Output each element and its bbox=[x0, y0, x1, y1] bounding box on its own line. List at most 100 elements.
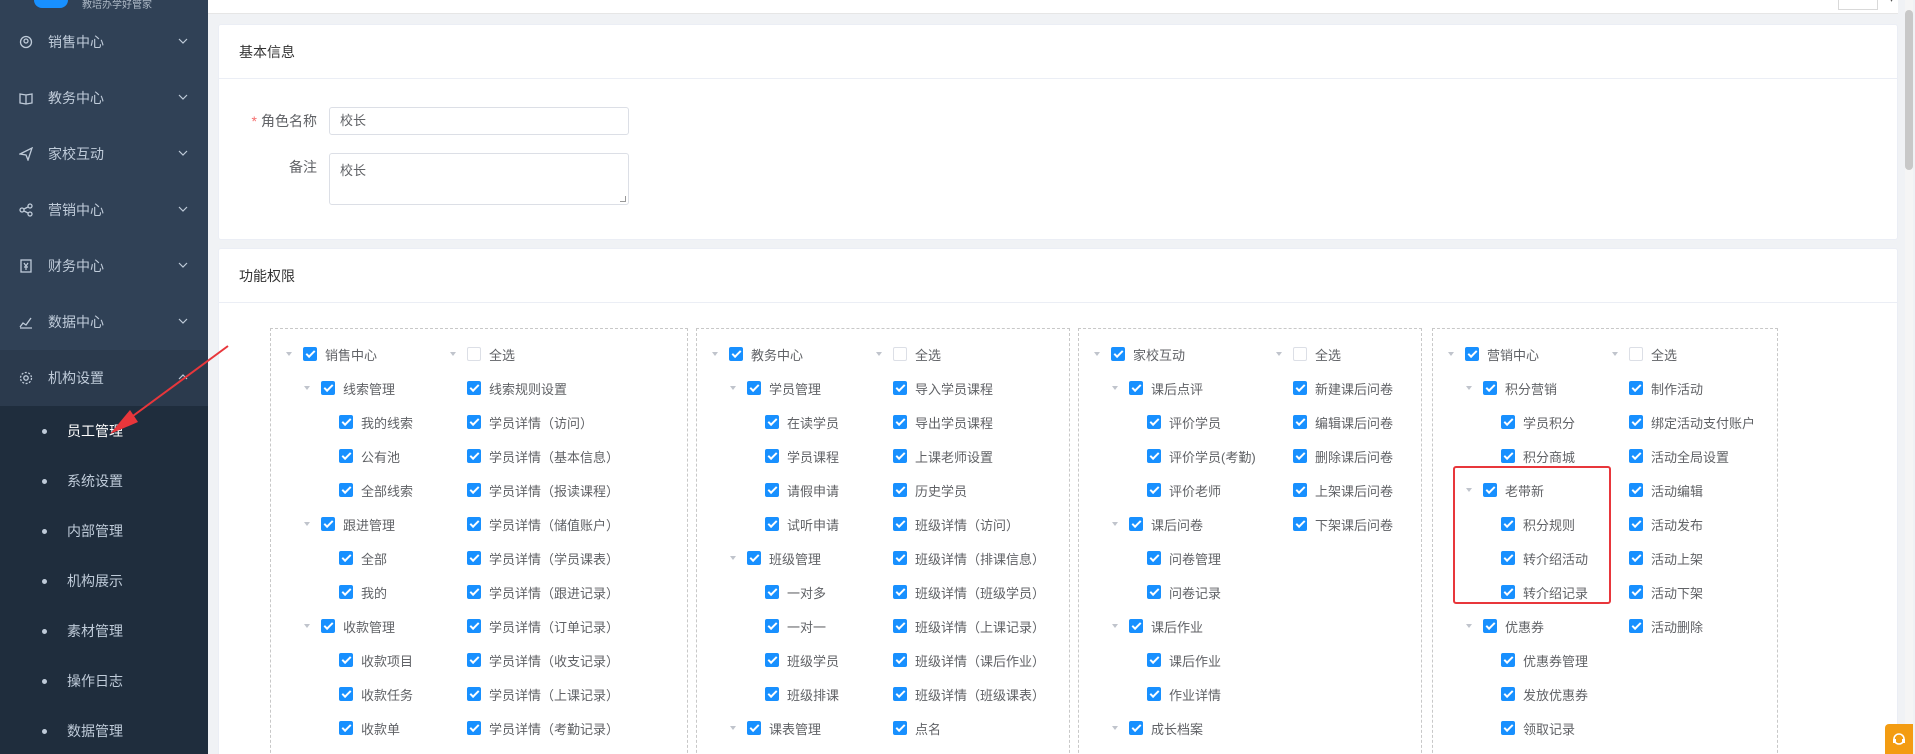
tree-node[interactable]: 学员课程 bbox=[711, 439, 839, 473]
permission-item[interactable]: 下架课后问卷 bbox=[1275, 507, 1393, 541]
tree-node[interactable]: 积分规则 bbox=[1447, 507, 1588, 541]
checkbox[interactable] bbox=[893, 585, 907, 599]
checkbox[interactable] bbox=[747, 551, 761, 565]
tree-node[interactable]: 课后点评 bbox=[1093, 371, 1256, 405]
checkbox[interactable] bbox=[1501, 517, 1515, 531]
checkbox[interactable] bbox=[467, 619, 481, 633]
permission-item[interactable]: 活动删除 bbox=[1611, 609, 1755, 643]
sidebar-menu-item[interactable]: 数据中心 bbox=[0, 294, 208, 350]
checkbox[interactable] bbox=[1293, 517, 1307, 531]
checkbox[interactable] bbox=[1629, 483, 1643, 497]
checkbox[interactable] bbox=[467, 721, 481, 735]
tree-node[interactable]: 收款单 bbox=[285, 711, 413, 745]
checkbox[interactable] bbox=[893, 551, 907, 565]
tree-node[interactable]: 积分商城 bbox=[1447, 439, 1588, 473]
permission-item[interactable]: 上课老师设置 bbox=[875, 439, 1045, 473]
permission-item[interactable]: 学员详情（学员课表） bbox=[449, 541, 619, 575]
checkbox[interactable] bbox=[339, 653, 353, 667]
tree-node[interactable]: 公有池 bbox=[285, 439, 413, 473]
tree-node-root[interactable]: 销售中心 bbox=[285, 337, 413, 371]
tree-node[interactable]: 发放优惠券 bbox=[1447, 677, 1588, 711]
checkbox[interactable] bbox=[339, 585, 353, 599]
checkbox[interactable] bbox=[1293, 449, 1307, 463]
caret-down-icon[interactable] bbox=[303, 384, 311, 392]
select-all-node[interactable]: 全选 bbox=[1275, 337, 1393, 371]
select-all-node[interactable]: 全选 bbox=[1611, 337, 1755, 371]
checkbox[interactable] bbox=[893, 347, 907, 361]
tree-node[interactable]: 课后作业 bbox=[1093, 643, 1256, 677]
caret-down-icon[interactable] bbox=[875, 350, 883, 358]
permission-item[interactable]: 活动全局设置 bbox=[1611, 439, 1755, 473]
caret-down-icon[interactable] bbox=[729, 554, 737, 562]
checkbox[interactable] bbox=[765, 619, 779, 633]
permission-item[interactable]: 导入学员课程 bbox=[875, 371, 1045, 405]
caret-down-icon[interactable] bbox=[1111, 622, 1119, 630]
checkbox[interactable] bbox=[467, 449, 481, 463]
checkbox[interactable] bbox=[893, 653, 907, 667]
tree-node[interactable]: 问卷记录 bbox=[1093, 575, 1256, 609]
sidebar-subitem[interactable]: 系统设置 bbox=[0, 456, 208, 506]
checkbox[interactable] bbox=[1483, 381, 1497, 395]
checkbox[interactable] bbox=[893, 483, 907, 497]
checkbox[interactable] bbox=[1629, 347, 1643, 361]
checkbox[interactable] bbox=[1293, 415, 1307, 429]
checkbox[interactable] bbox=[1501, 449, 1515, 463]
caret-down-icon[interactable] bbox=[729, 384, 737, 392]
checkbox[interactable] bbox=[1147, 585, 1161, 599]
caret-down-icon[interactable] bbox=[449, 350, 457, 358]
checkbox[interactable] bbox=[765, 687, 779, 701]
tree-node[interactable]: 在读学员 bbox=[711, 405, 839, 439]
caret-down-icon[interactable] bbox=[1093, 350, 1101, 358]
permission-item[interactable]: 学员详情（收支记录） bbox=[449, 643, 619, 677]
checkbox[interactable] bbox=[1629, 585, 1643, 599]
sidebar-menu-item[interactable]: 销售中心 bbox=[0, 14, 208, 70]
top-dropdown[interactable] bbox=[1838, 0, 1878, 10]
tree-node[interactable]: 班级排课 bbox=[711, 677, 839, 711]
permission-item[interactable]: 编辑课后问卷 bbox=[1275, 405, 1393, 439]
caret-down-icon[interactable] bbox=[303, 520, 311, 528]
checkbox[interactable] bbox=[339, 687, 353, 701]
page-scrollbar[interactable] bbox=[1905, 0, 1913, 754]
caret-down-icon[interactable] bbox=[1447, 350, 1455, 358]
checkbox[interactable] bbox=[1147, 415, 1161, 429]
checkbox[interactable] bbox=[893, 619, 907, 633]
permission-item[interactable]: 导出学员课程 bbox=[875, 405, 1045, 439]
sidebar-subitem[interactable]: 内部管理 bbox=[0, 506, 208, 556]
permission-item[interactable]: 学员详情（访问） bbox=[449, 405, 619, 439]
checkbox[interactable] bbox=[893, 381, 907, 395]
sidebar-subitem[interactable]: 机构展示 bbox=[0, 556, 208, 606]
permission-item[interactable]: 班级详情（排课信息） bbox=[875, 541, 1045, 575]
checkbox[interactable] bbox=[467, 483, 481, 497]
checkbox[interactable] bbox=[1501, 415, 1515, 429]
sidebar-subitem[interactable]: 素材管理 bbox=[0, 606, 208, 656]
tree-node[interactable]: 收款任务 bbox=[285, 677, 413, 711]
checkbox[interactable] bbox=[1629, 517, 1643, 531]
tree-node[interactable]: 作业详情 bbox=[1093, 677, 1256, 711]
permission-item[interactable]: 活动发布 bbox=[1611, 507, 1755, 541]
sidebar-subitem[interactable]: 操作日志 bbox=[0, 656, 208, 706]
select-all-node[interactable]: 全选 bbox=[875, 337, 1045, 371]
resize-grip-icon[interactable] bbox=[620, 196, 626, 202]
sidebar-menu-item[interactable]: 教务中心 bbox=[0, 70, 208, 126]
tree-node[interactable]: 试听申请 bbox=[711, 507, 839, 541]
remark-textarea[interactable]: 校长 bbox=[329, 153, 629, 205]
checkbox[interactable] bbox=[1501, 653, 1515, 667]
permission-item[interactable]: 线索规则设置 bbox=[449, 371, 619, 405]
tree-node[interactable]: 优惠券 bbox=[1447, 609, 1588, 643]
checkbox[interactable] bbox=[1147, 653, 1161, 667]
checkbox[interactable] bbox=[339, 449, 353, 463]
checkbox[interactable] bbox=[303, 347, 317, 361]
tree-node[interactable]: 我的线索 bbox=[285, 405, 413, 439]
permission-item[interactable]: 活动下架 bbox=[1611, 575, 1755, 609]
caret-down-icon[interactable] bbox=[303, 622, 311, 630]
checkbox[interactable] bbox=[1629, 415, 1643, 429]
checkbox[interactable] bbox=[467, 551, 481, 565]
sidebar-menu-item[interactable]: 财务中心 bbox=[0, 238, 208, 294]
checkbox[interactable] bbox=[1129, 517, 1143, 531]
checkbox[interactable] bbox=[1293, 381, 1307, 395]
tree-node[interactable]: 学员管理 bbox=[711, 371, 839, 405]
checkbox[interactable] bbox=[467, 415, 481, 429]
checkbox[interactable] bbox=[339, 551, 353, 565]
checkbox[interactable] bbox=[1629, 619, 1643, 633]
tree-node[interactable]: 我的 bbox=[285, 575, 413, 609]
